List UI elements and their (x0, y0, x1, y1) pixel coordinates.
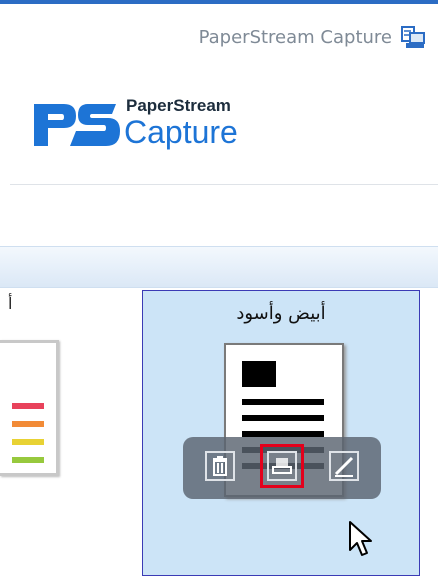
edit-button[interactable] (327, 449, 361, 483)
swatch-green (12, 457, 44, 463)
top-accent-line (0, 0, 438, 4)
profile-toolbar-strip (0, 246, 438, 288)
paperstream-logo: PaperStream Capture (30, 96, 290, 160)
swatch-orange (12, 421, 44, 427)
profile-label-selected: أبيض وأسود (236, 303, 326, 324)
ps-logo-icon (34, 104, 120, 146)
profile-card-left[interactable]: أ (0, 290, 140, 586)
color-doc-thumbnail (0, 340, 59, 476)
profile-card-selected[interactable]: أبيض وأسود (142, 290, 420, 576)
swatch-yellow (12, 439, 44, 445)
swatch-red (12, 403, 44, 409)
logo-line2: Capture (124, 114, 238, 150)
profile-action-toolbar (183, 437, 381, 499)
logo-line1: PaperStream (126, 96, 231, 115)
delete-button[interactable] (203, 449, 237, 483)
edit-icon (329, 451, 359, 481)
title-bar: PaperStream Capture (199, 22, 428, 52)
mouse-cursor-icon (349, 521, 372, 556)
divider (10, 184, 438, 185)
app-title: PaperStream Capture (198, 26, 392, 48)
trash-icon (205, 451, 235, 481)
scan-button[interactable] (260, 444, 304, 488)
scan-icon (267, 451, 297, 481)
scanner-app-icon[interactable] (400, 23, 428, 51)
profile-label-left: أ (8, 294, 13, 313)
